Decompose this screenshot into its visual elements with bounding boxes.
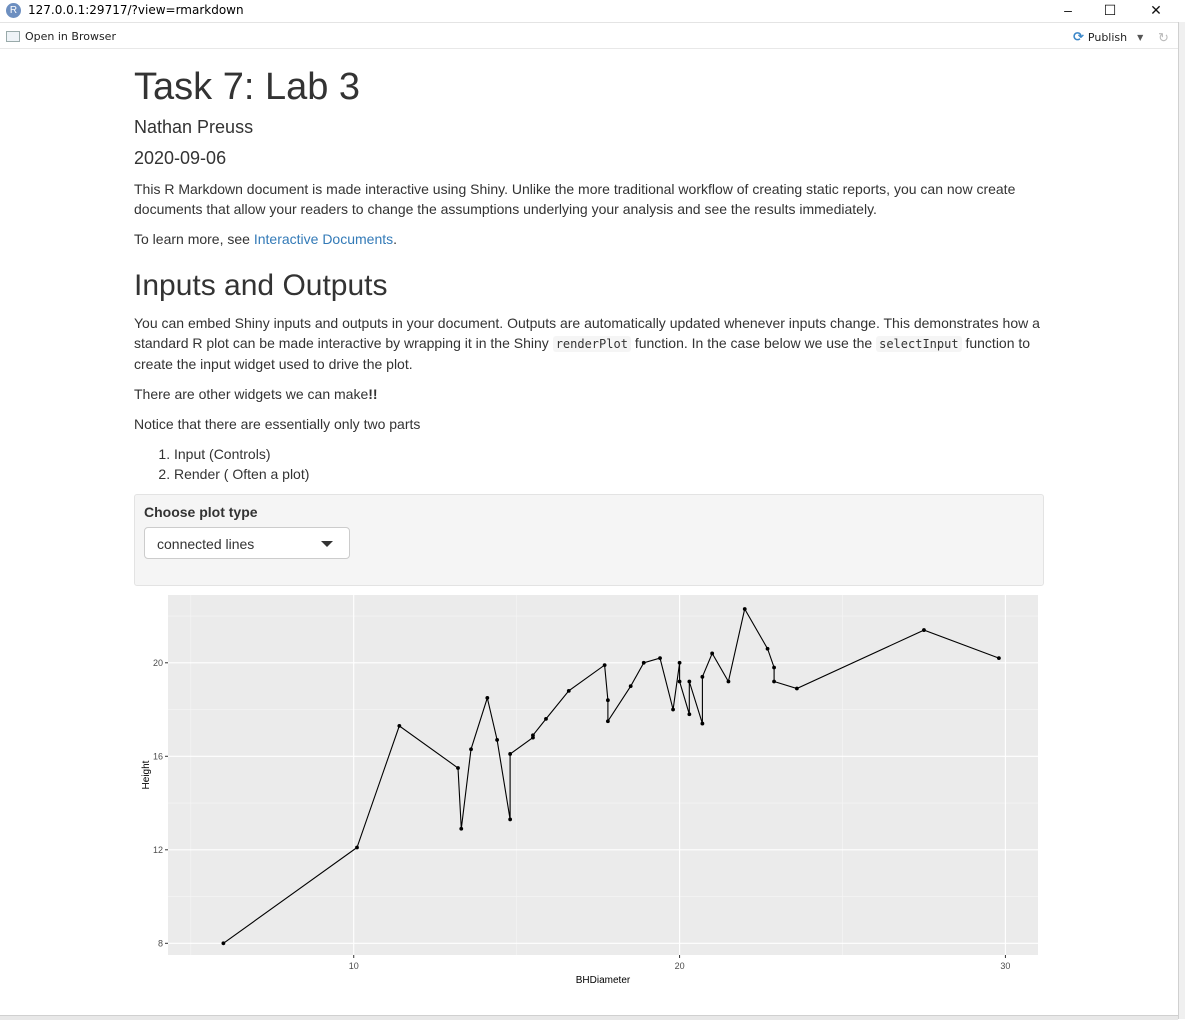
plot-type-select[interactable]: connected lines xyxy=(144,527,350,559)
y-tick-label: 16 xyxy=(153,751,163,761)
publish-icon: ⟳ xyxy=(1073,30,1084,45)
list-item: Input (Controls) xyxy=(174,444,1044,464)
r-app-icon: R xyxy=(6,3,21,18)
data-point xyxy=(658,656,662,661)
close-icon[interactable]: ✕ xyxy=(1133,0,1179,22)
data-point xyxy=(996,656,1001,661)
data-point xyxy=(687,679,692,684)
y-tick-label: 20 xyxy=(153,658,163,668)
data-point xyxy=(677,660,682,665)
data-point xyxy=(602,663,607,668)
data-point xyxy=(742,607,747,611)
widgets-paragraph: There are other widgets we can make!! xyxy=(134,384,1044,404)
data-point xyxy=(628,684,633,689)
data-point xyxy=(397,724,402,728)
x-axis-title: BHDiameter xyxy=(576,975,631,986)
interactive-documents-link[interactable]: Interactive Documents xyxy=(254,231,393,247)
data-point xyxy=(544,716,548,721)
list-item: Render ( Often a plot) xyxy=(174,464,1044,484)
x-tick-label: 30 xyxy=(1000,961,1010,971)
intro-paragraph: This R Markdown document is made interac… xyxy=(134,181,1016,217)
data-point xyxy=(495,738,500,742)
plot-type-label: Choose plot type xyxy=(144,504,258,520)
data-point xyxy=(710,651,715,656)
x-tick-label: 20 xyxy=(675,961,685,971)
y-tick-label: 12 xyxy=(153,845,163,855)
open-in-browser-label: Open in Browser xyxy=(25,30,116,43)
data-point xyxy=(355,845,359,850)
plot-type-selected-value: connected lines xyxy=(157,536,255,552)
maximize-icon[interactable]: ☐ xyxy=(1087,0,1133,22)
window-right-edge xyxy=(1178,22,1185,1019)
data-point xyxy=(605,719,610,724)
data-point xyxy=(221,941,226,946)
doc-author: Nathan Preuss xyxy=(134,117,254,137)
data-point xyxy=(726,679,731,684)
window-titlebar: R 127.0.0.1:29717/?view=rmarkdown – ☐ ✕ xyxy=(0,0,1185,23)
data-point xyxy=(671,707,675,712)
chevron-down-icon xyxy=(321,541,333,547)
data-point xyxy=(677,679,682,684)
plot-panel xyxy=(168,595,1038,955)
data-point xyxy=(469,747,473,752)
input-panel: Choose plot type connected lines xyxy=(134,494,1044,586)
document-content: Task 7: Lab 3 Nathan Preuss 2020-09-06 T… xyxy=(134,60,1044,986)
data-point xyxy=(772,679,776,684)
section-title: Inputs and Outputs xyxy=(134,269,388,302)
learn-more-prefix: To learn more, see xyxy=(134,231,254,247)
publish-label: Publish xyxy=(1087,31,1128,44)
two-parts-paragraph: Notice that there are essentially only t… xyxy=(134,416,421,432)
refresh-icon[interactable]: ↻ xyxy=(1158,30,1169,46)
x-tick-label: 10 xyxy=(349,961,359,971)
data-point xyxy=(700,721,705,726)
data-point xyxy=(922,628,926,632)
data-point xyxy=(605,698,610,703)
data-point xyxy=(485,695,490,700)
widgets-text: There are other widgets we can make xyxy=(134,386,369,402)
data-point xyxy=(508,752,513,756)
data-point xyxy=(566,688,571,693)
embed-text-b: function. In the case below we use the xyxy=(630,335,877,351)
browser-window-icon xyxy=(6,31,20,42)
doc-date: 2020-09-06 xyxy=(134,148,227,168)
embed-paragraph: You can embed Shiny inputs and outputs i… xyxy=(134,313,1044,374)
open-in-browser-button[interactable]: Open in Browser xyxy=(6,30,116,43)
data-point xyxy=(459,826,464,831)
data-point xyxy=(772,665,776,670)
height-vs-diameter-plot: 10 20 30 8 12 16 20 BHDiameter Height xyxy=(141,595,1038,986)
widgets-bold: !! xyxy=(368,386,378,402)
window-url: 127.0.0.1:29717/?view=rmarkdown xyxy=(28,3,244,17)
publish-dropdown-caret-icon[interactable]: ▼ xyxy=(1137,33,1143,42)
learn-more-suffix: . xyxy=(393,231,398,247)
data-point xyxy=(794,686,799,691)
y-axis-title: Height xyxy=(141,760,152,789)
minimize-icon[interactable]: – xyxy=(1045,0,1091,22)
data-point xyxy=(700,674,705,679)
window-bottom-edge xyxy=(0,1015,1178,1020)
selectinput-code: selectInput xyxy=(876,336,962,352)
renderplot-code: renderPlot xyxy=(552,336,631,352)
data-point xyxy=(641,660,646,665)
data-point xyxy=(531,733,535,738)
data-point xyxy=(687,712,692,717)
y-tick-label: 8 xyxy=(158,938,163,948)
viewer-toolbar: Open in Browser ⟳ Publish ▼ ↻ xyxy=(0,28,1178,49)
publish-button[interactable]: ⟳ Publish ▼ xyxy=(1073,30,1143,45)
data-point xyxy=(456,766,460,770)
learn-more-paragraph: To learn more, see Interactive Documents… xyxy=(134,229,1044,249)
data-point xyxy=(508,817,513,822)
doc-title: Task 7: Lab 3 xyxy=(134,66,361,108)
parts-list: Input (Controls) Render ( Often a plot) xyxy=(134,444,1044,484)
data-point xyxy=(765,646,770,651)
